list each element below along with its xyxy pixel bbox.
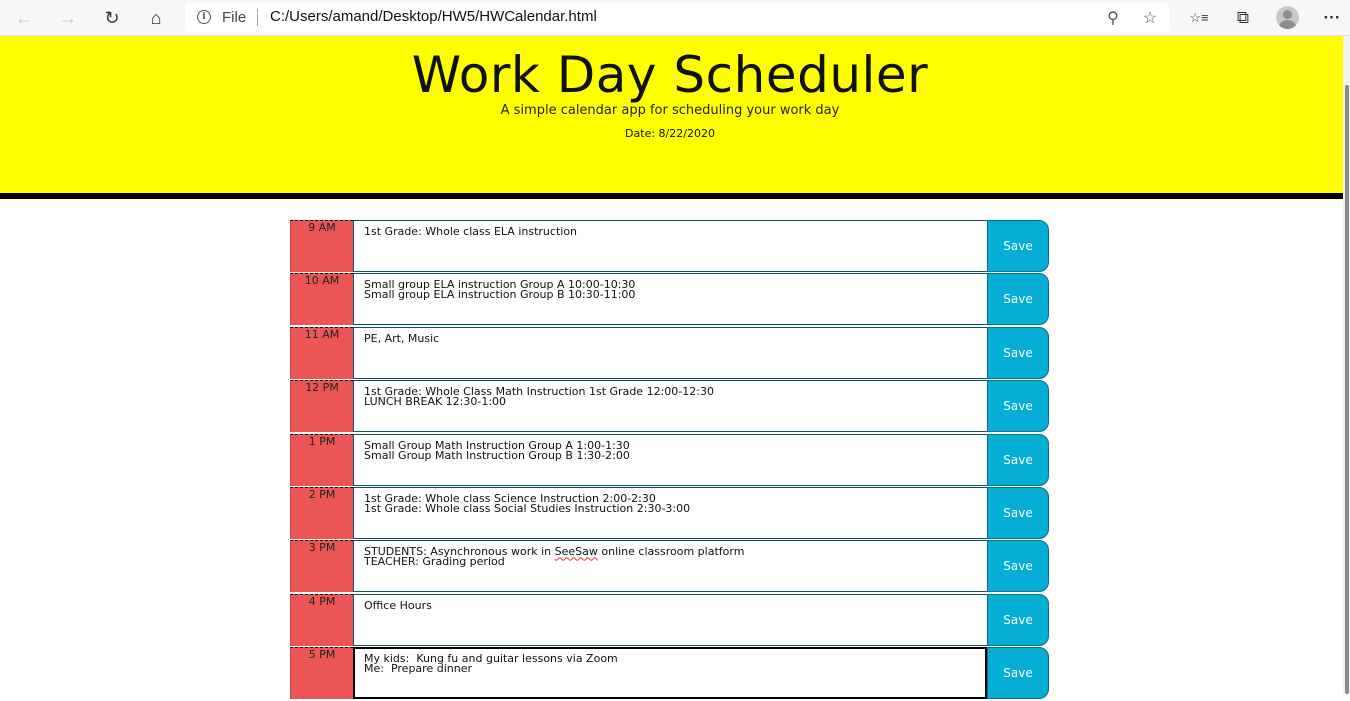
hour-label: 5 PM	[290, 647, 353, 700]
more-icon[interactable]: ···	[1318, 4, 1346, 32]
description-input[interactable]: 1st Grade: Whole class Science Instructi…	[353, 486, 987, 539]
description-input[interactable]: Office Hours	[353, 593, 987, 646]
save-button[interactable]: Save	[987, 540, 1049, 593]
time-block-4pm: 4 PM Office Hours Save	[290, 593, 1050, 646]
save-button[interactable]: Save	[987, 593, 1049, 646]
profile-avatar[interactable]	[1276, 6, 1299, 29]
save-button[interactable]: Save	[987, 433, 1049, 486]
forward-icon[interactable]: →	[54, 4, 82, 32]
description-input[interactable]: My kids: Kung fu and guitar lessons via …	[353, 647, 987, 700]
time-block-9am: 9 AM 1st Grade: Whole class ELA instruct…	[290, 220, 1050, 272]
favorites-icon[interactable]: ☆≡	[1185, 4, 1213, 32]
hour-label: 9 AM	[290, 220, 353, 272]
time-block-5pm: 5 PM My kids: Kung fu and guitar lessons…	[290, 647, 1050, 700]
current-date: Date: 8/22/2020	[625, 127, 715, 140]
save-button[interactable]: Save	[987, 380, 1049, 433]
collections-icon[interactable]: ⧉	[1229, 4, 1257, 32]
description-input[interactable]: Small group ELA instruction Group A 10:0…	[353, 273, 987, 326]
address-bar[interactable]: i File C:/Users/amand/Desktop/HW5/HWCale…	[185, 3, 1169, 32]
save-button[interactable]: Save	[987, 326, 1049, 379]
misspelled-word: SeeSaw	[554, 545, 598, 559]
save-button[interactable]: Save	[987, 647, 1049, 700]
scrollbar-thumb[interactable]	[1345, 85, 1349, 694]
file-label: File	[222, 9, 247, 26]
time-block-3pm: 3 PM STUDENTS: Asynchronous work in SeeS…	[290, 540, 1050, 593]
time-block-12pm: 12 PM 1st Grade: Whole Class Math Instru…	[290, 380, 1050, 433]
description-input[interactable]: STUDENTS: Asynchronous work in SeeSaw on…	[353, 540, 987, 593]
favorite-star-icon[interactable]: ☆	[1140, 8, 1160, 28]
save-button[interactable]: Save	[987, 273, 1049, 326]
save-button[interactable]: Save	[987, 486, 1049, 539]
hour-label: 1 PM	[290, 433, 353, 486]
browser-toolbar: ← → ↻ ⌂ i File C:/Users/amand/Desktop/HW…	[0, 0, 1350, 36]
page-subtitle: A simple calendar app for scheduling you…	[500, 103, 840, 118]
zoom-icon[interactable]: ⚲	[1103, 8, 1123, 28]
page-title: Work Day Scheduler	[411, 46, 929, 104]
info-icon[interactable]: i	[197, 10, 211, 24]
save-button[interactable]: Save	[987, 220, 1049, 272]
schedule-container: 9 AM 1st Grade: Whole class ELA instruct…	[290, 220, 1050, 701]
description-input[interactable]: 1st Grade: Whole Class Math Instruction …	[353, 380, 987, 433]
address-separator	[257, 9, 258, 26]
description-input[interactable]: 1st Grade: Whole class ELA instruction	[353, 220, 987, 272]
hour-label: 10 AM	[290, 273, 353, 326]
description-input[interactable]: Small Group Math Instruction Group A 1:0…	[353, 433, 987, 486]
time-block-11am: 11 AM PE, Art, Music Save	[290, 326, 1050, 379]
description-input[interactable]: PE, Art, Music	[353, 326, 987, 379]
time-block-1pm: 1 PM Small Group Math Instruction Group …	[290, 433, 1050, 486]
time-block-2pm: 2 PM 1st Grade: Whole class Science Inst…	[290, 486, 1050, 539]
hour-label: 3 PM	[290, 540, 353, 593]
back-icon[interactable]: ←	[10, 4, 38, 32]
hour-label: 4 PM	[290, 593, 353, 646]
hour-label: 2 PM	[290, 486, 353, 539]
url-text[interactable]: C:/Users/amand/Desktop/HW5/HWCalendar.ht…	[270, 8, 597, 25]
hour-label: 12 PM	[290, 380, 353, 433]
hour-label: 11 AM	[290, 326, 353, 379]
refresh-icon[interactable]: ↻	[98, 4, 126, 32]
time-block-10am: 10 AM Small group ELA instruction Group …	[290, 273, 1050, 326]
jumbotron-header: Work Day Scheduler A simple calendar app…	[0, 36, 1350, 199]
home-icon[interactable]: ⌂	[142, 4, 170, 32]
